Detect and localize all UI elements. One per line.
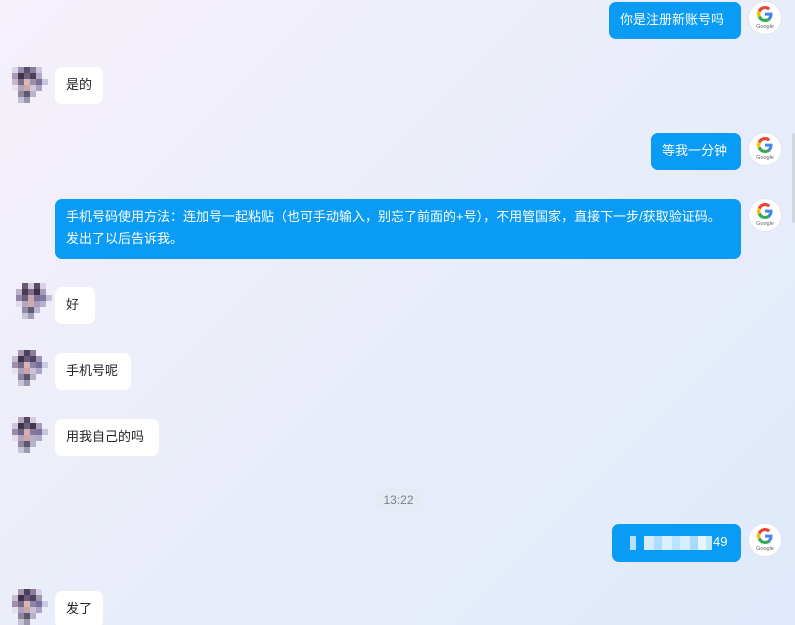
- user-avatar-icon[interactable]: [12, 67, 48, 103]
- google-g-icon: [757, 137, 773, 153]
- phone-number-tail: 49: [713, 534, 728, 549]
- google-g-icon: [757, 6, 773, 22]
- google-g-icon: [757, 203, 773, 219]
- message-bubble-other[interactable]: 用我自己的吗: [55, 419, 159, 456]
- google-avatar[interactable]: Google: [749, 524, 781, 556]
- user-avatar-icon[interactable]: [12, 417, 48, 453]
- google-label: Google: [756, 155, 774, 161]
- message-bubble-other[interactable]: 是的: [55, 67, 103, 104]
- google-avatar[interactable]: Google: [749, 199, 781, 231]
- time-separator: 13:22: [375, 489, 422, 511]
- message-bubble-other[interactable]: 发了: [55, 591, 103, 625]
- message-bubble-self[interactable]: 等我一分钟: [651, 133, 741, 170]
- message-bubble-self[interactable]: 手机号码使用方法：连加号一起粘贴（也可手动输入，别忘了前面的+号），不用管国家，…: [55, 199, 741, 259]
- user-avatar-icon[interactable]: [16, 283, 52, 319]
- google-label: Google: [756, 221, 774, 227]
- redacted-phone-number: [624, 535, 712, 550]
- google-avatar[interactable]: Google: [749, 2, 781, 34]
- google-avatar[interactable]: Google: [749, 133, 781, 165]
- message-bubble-self[interactable]: 你是注册新账号吗: [609, 2, 741, 39]
- google-g-icon: [757, 528, 773, 544]
- message-bubble-other[interactable]: 手机号呢: [55, 353, 131, 390]
- user-avatar-icon[interactable]: [12, 350, 48, 386]
- google-label: Google: [756, 24, 774, 30]
- message-bubble-other[interactable]: 好: [55, 287, 95, 324]
- message-bubble-self[interactable]: 49: [612, 524, 741, 562]
- google-label: Google: [756, 546, 774, 552]
- chat-window: 你是注册新账号吗 Google 是的 等我一分钟 Google 手机号码使用方法…: [0, 0, 795, 625]
- user-avatar-icon[interactable]: [12, 589, 48, 625]
